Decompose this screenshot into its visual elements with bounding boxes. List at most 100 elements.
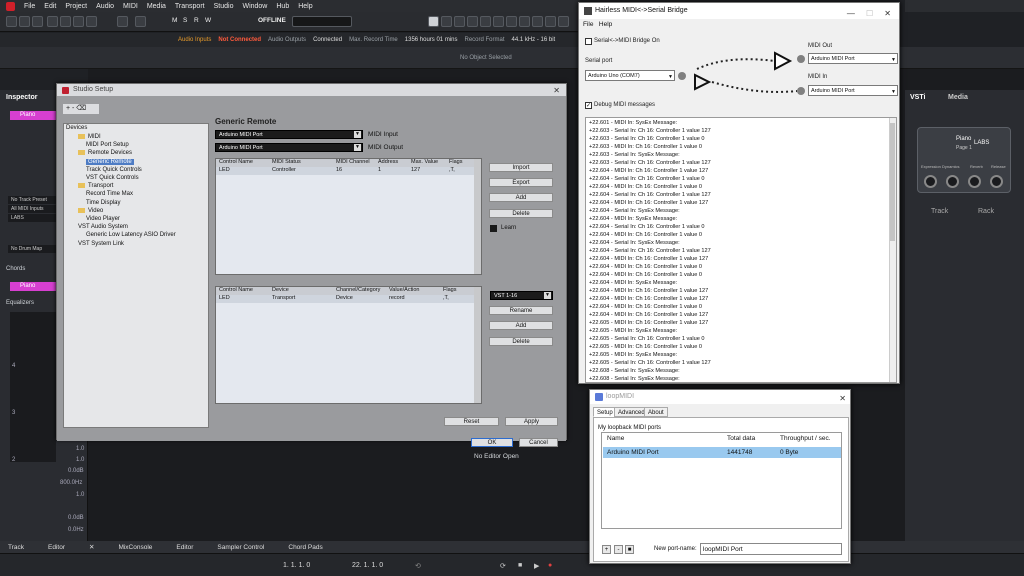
tab-about[interactable]: About [644, 407, 668, 417]
tree-item[interactable]: Record Time Max [86, 191, 133, 197]
tab-track[interactable]: Track [8, 544, 24, 551]
debug-midi-checkbox[interactable]: ✓ [585, 102, 592, 109]
inspector-tab[interactable]: Inspector [6, 94, 38, 101]
mute-toggle[interactable]: M [172, 17, 177, 24]
table-row[interactable]: LED Controller 16 1 127 ,T, [216, 167, 481, 175]
menu-item-midi[interactable]: MIDI [123, 3, 138, 10]
tab-chord-pads[interactable]: Chord Pads [288, 544, 322, 551]
scrollbar[interactable] [889, 118, 896, 382]
play-icon[interactable]: ▶ [534, 562, 539, 570]
menu-item-file[interactable]: File [24, 3, 35, 10]
undo-icon[interactable] [117, 16, 128, 27]
erase-tool-icon[interactable] [480, 16, 491, 27]
constrain-delay-icon[interactable] [19, 16, 30, 27]
eq-gain-value[interactable]: 0.0dB [68, 515, 84, 521]
track-preset-field[interactable]: No Track Preset [8, 196, 56, 204]
reverb-knob[interactable] [968, 175, 981, 188]
tree-item[interactable]: Time Display [86, 200, 120, 206]
object-selection-tool-icon[interactable] [428, 16, 439, 27]
history-icon[interactable] [86, 16, 97, 27]
ports-table[interactable]: Name Total data Throughput / sec. Arduin… [601, 432, 842, 529]
write-toggle[interactable]: W [205, 17, 211, 24]
eq-curve-display[interactable] [10, 312, 56, 462]
eq-gain-value[interactable]: 0.0dB [68, 468, 84, 474]
delete-control-button[interactable]: Delete [489, 209, 553, 218]
tab-editor-lower[interactable]: Editor [176, 544, 193, 551]
add-port-button[interactable]: + [602, 545, 611, 554]
serial-port-select[interactable]: Arduino Uno (COM7) ▼ [585, 70, 675, 81]
tab-mixconsole[interactable]: MixConsole [118, 544, 152, 551]
record-icon[interactable]: ● [548, 562, 552, 569]
table-row[interactable]: Arduino MIDI Port 1441748 0 Byte [603, 447, 841, 458]
rename-button[interactable]: Rename [489, 306, 553, 315]
drum-map-field[interactable]: No Drum Map [8, 245, 56, 253]
draw-tool-icon[interactable] [519, 16, 530, 27]
menu-item-hub[interactable]: Hub [276, 3, 289, 10]
stop-icon[interactable]: ■ [518, 562, 522, 569]
glue-tool-icon[interactable] [467, 16, 478, 27]
track-name-header[interactable]: Piano [10, 111, 56, 120]
left-locator-display[interactable]: 1. 1. 1. 0 [283, 562, 310, 569]
play-tool-icon[interactable] [545, 16, 556, 27]
tree-item[interactable]: Generic Remote [86, 158, 134, 165]
lower-zone-toggle-icon[interactable] [60, 16, 71, 27]
midi-out-select[interactable]: Arduino MIDI Port ▼ [808, 53, 898, 64]
midi-output-select[interactable]: Arduino MIDI Port ▼ [215, 143, 363, 152]
scrollbar[interactable] [474, 287, 481, 403]
scrollbar[interactable] [474, 159, 481, 274]
release-knob[interactable] [990, 175, 1003, 188]
import-button[interactable]: Import [489, 163, 553, 172]
right-zone-toggle-icon[interactable] [73, 16, 84, 27]
close-icon[interactable]: ✕ [89, 543, 94, 551]
minimize-icon[interactable]: — [847, 9, 855, 18]
redo-icon[interactable] [135, 16, 146, 27]
color-tool-icon[interactable] [558, 16, 569, 27]
vsti-tab[interactable]: VSTi [910, 94, 925, 101]
tree-item[interactable]: Generic Low Latency ASIO Driver [86, 232, 176, 238]
table-row[interactable]: LED Transport Device record ,T, [216, 295, 481, 303]
close-icon[interactable]: ✕ [839, 392, 846, 406]
tree-item[interactable]: VST Quick Controls [86, 175, 139, 181]
device-tree[interactable]: Devices MIDI MIDI Port Setup Remote Devices… [63, 123, 209, 428]
menu-item-help[interactable]: Help [298, 3, 312, 10]
action-table[interactable]: Control Name Device Channel/Category Val… [215, 286, 482, 404]
tree-item[interactable]: MIDI Port Setup [86, 142, 129, 148]
eq-freq-value[interactable]: 0.0Hz [68, 527, 84, 533]
chords-section[interactable]: Chords [6, 266, 56, 272]
cycle-toggle-icon[interactable]: ⟳ [500, 562, 506, 570]
line-tool-icon[interactable] [532, 16, 543, 27]
menu-item-media[interactable]: Media [147, 3, 166, 10]
menu-item-studio[interactable]: Studio [214, 3, 234, 10]
zoom-tool-icon[interactable] [493, 16, 504, 27]
menu-item-transport[interactable]: Transport [175, 3, 205, 10]
add-control-button[interactable]: Add [489, 193, 553, 202]
menu-file[interactable]: File [583, 21, 593, 28]
add-action-button[interactable]: Add [489, 321, 553, 330]
tree-item[interactable]: Transport [78, 183, 113, 189]
remove-port-button[interactable]: - [614, 545, 623, 554]
new-port-name-input[interactable]: loopMIDI Port [700, 543, 842, 555]
right-locator-display[interactable]: 22. 1. 1. 0 [352, 562, 383, 569]
menu-item-project[interactable]: Project [65, 3, 87, 10]
tree-item[interactable]: VST System Link [78, 241, 124, 247]
ok-button[interactable]: OK [471, 438, 513, 447]
tree-item[interactable]: Video Player [86, 216, 120, 222]
solo-toggle[interactable]: S [183, 17, 187, 24]
rack-zone-tab[interactable]: Rack [978, 208, 994, 215]
range-tool-icon[interactable] [441, 16, 452, 27]
menu-item-audio[interactable]: Audio [96, 3, 114, 10]
midi-input-select[interactable]: Arduino MIDI Port ▼ [215, 130, 363, 139]
chords-track-field[interactable]: Piano [10, 282, 56, 291]
midi-output-routing[interactable]: LABS [8, 214, 56, 222]
instrument-slot[interactable]: Piano LABS Page 1 Expression Dynamics Re… [917, 127, 1011, 193]
debug-log[interactable]: +22.601 - MIDI In: SysEx Message: +22.603… [585, 117, 897, 383]
close-icon[interactable]: ✕ [884, 9, 891, 18]
menu-item-window[interactable]: Window [242, 3, 267, 10]
tree-item[interactable]: Remote Devices [78, 150, 132, 156]
reset-button[interactable]: Reset [444, 417, 499, 426]
tree-item[interactable]: MIDI [78, 134, 101, 140]
window-title-bar[interactable]: Hairless MIDI<->Serial Bridge — ☐ ✕ [579, 3, 899, 19]
tree-item[interactable]: Track Quick Controls [86, 167, 142, 173]
eq-freq-value[interactable]: 800.0Hz [60, 480, 82, 486]
menu-help[interactable]: Help [599, 21, 612, 28]
